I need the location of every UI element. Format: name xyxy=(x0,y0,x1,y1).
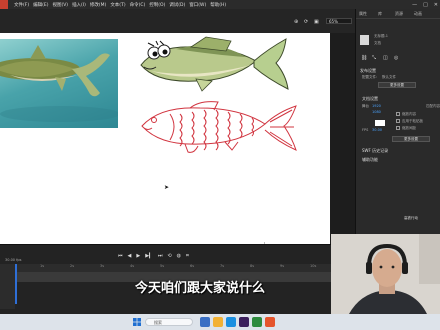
menu-control[interactable]: 控制(O) xyxy=(149,2,165,8)
menu-debug[interactable]: 调试(D) xyxy=(169,2,185,8)
more-settings-button-2[interactable]: 更多设置 xyxy=(392,136,430,142)
tick-label: 1s xyxy=(40,264,45,268)
mouse-cursor-icon: ➤ xyxy=(164,184,170,191)
doc-name: 无标题-1 xyxy=(374,34,388,38)
zoom-field[interactable]: 65% xyxy=(326,18,352,24)
scale-spacing-label: 缩放间距 xyxy=(402,126,416,130)
first-frame-icon[interactable]: ⏮ xyxy=(118,253,123,259)
tick-label: 8s xyxy=(250,264,255,268)
swf-history-title[interactable]: SWF 历史记录 xyxy=(362,148,388,154)
maximize-button[interactable]: □ xyxy=(423,2,428,8)
menu-file[interactable]: 文件(F) xyxy=(14,2,29,8)
scale-content-label: 缩放内容 xyxy=(402,112,416,116)
accessibility-title[interactable]: 辅助功能 xyxy=(362,157,378,163)
snap-icon[interactable]: ⊕ xyxy=(294,19,298,25)
fps-label: FPS xyxy=(362,128,369,132)
frame-icon[interactable]: ◫ xyxy=(383,55,388,61)
profile-value[interactable]: 默认文件 xyxy=(382,75,396,80)
onion-skin-icon[interactable]: ◍ xyxy=(177,253,181,259)
profile-label: 配置文件: xyxy=(362,75,378,79)
toolbar xyxy=(0,9,355,33)
line-art-fish-drawing[interactable] xyxy=(140,100,300,156)
windows-start-icon[interactable] xyxy=(133,318,141,326)
timeline-fps-readout: 30.00 fps xyxy=(5,258,22,262)
stage-size-label: 舞台 xyxy=(362,104,369,108)
match-content-label[interactable]: 匹配内容 xyxy=(426,104,440,109)
side-note: 高铁行动 xyxy=(404,216,418,220)
fps-field[interactable]: 30.00 xyxy=(372,128,382,132)
tick-label: 2s xyxy=(70,264,75,268)
webcam-overlay-image xyxy=(331,234,440,314)
tick-label: 4s xyxy=(130,264,135,268)
fish-photo-svg xyxy=(0,45,120,122)
rotate-icon[interactable]: ⟳ xyxy=(304,19,308,25)
window-controls: — □ ✕ xyxy=(412,0,438,9)
height-field[interactable]: 1080 xyxy=(372,110,381,114)
menu-view[interactable]: 视图(V) xyxy=(52,2,68,8)
menu-edit[interactable]: 编辑(E) xyxy=(33,2,48,8)
menu-window[interactable]: 窗口(W) xyxy=(189,2,206,8)
more-settings-button[interactable]: 更多设置 xyxy=(378,82,416,88)
transform-icon[interactable]: ⤡ xyxy=(372,55,376,61)
tick-label: 9s xyxy=(280,264,285,268)
stage-color-swatch[interactable] xyxy=(375,120,385,126)
app-icon[interactable] xyxy=(265,317,275,327)
app-logo-icon xyxy=(0,0,8,9)
edit-frames-icon[interactable]: ⌗ xyxy=(186,253,189,259)
menu-help[interactable]: 帮助(H) xyxy=(210,2,226,8)
next-frame-icon[interactable]: ▶▎ xyxy=(145,253,153,259)
menu-text[interactable]: 文本(T) xyxy=(110,2,125,8)
taskbar-search-input[interactable]: 搜索 xyxy=(145,318,193,326)
close-button[interactable]: ✕ xyxy=(434,2,438,8)
fish-photo-image[interactable] xyxy=(0,39,120,128)
menubar: 文件(F) 编辑(E) 视图(V) 插入(I) 修改(M) 文本(T) 命令(C… xyxy=(0,0,440,9)
link-icon[interactable]: ⛓ xyxy=(361,55,367,61)
last-frame-icon[interactable]: ⏭ xyxy=(158,253,163,259)
scale-spacing-checkbox[interactable] xyxy=(396,126,400,130)
edge-browser-icon[interactable] xyxy=(226,317,236,327)
document-icon xyxy=(360,35,369,45)
timeline-controls: ⏮ ◀ ▶ ▶▎ ⏭ ⟲ ◍ ⌗ xyxy=(118,251,189,261)
wechat-icon[interactable] xyxy=(252,317,262,327)
play-icon[interactable]: ▶ xyxy=(136,253,140,259)
clip-icon[interactable]: ▣ xyxy=(314,19,319,25)
stage-scroll-area xyxy=(330,33,355,244)
publish-section-title[interactable]: 发布设置 xyxy=(360,68,376,74)
apply-pasteboard-label: 应用于粘贴板 xyxy=(402,119,423,123)
menu-command[interactable]: 命令(C) xyxy=(130,2,146,8)
tab-animation[interactable]: 动画 xyxy=(414,11,422,17)
tab-divider xyxy=(356,18,440,19)
tick-label: 5s xyxy=(160,264,165,268)
folder-icon[interactable] xyxy=(213,317,223,327)
doc-label: 文档 xyxy=(374,41,381,45)
width-field[interactable]: 1920 xyxy=(372,104,381,108)
video-subtitle: 今天咱们跟大家说什么 xyxy=(134,281,265,296)
tick-label: 7s xyxy=(220,264,225,268)
menu-insert[interactable]: 插入(I) xyxy=(72,2,86,8)
loop-icon[interactable]: ⟲ xyxy=(167,253,171,259)
animate-app-icon[interactable] xyxy=(239,317,249,327)
menu-modify[interactable]: 修改(M) xyxy=(90,2,106,8)
tab-properties[interactable]: 属性 xyxy=(359,11,367,17)
tick-label: 10s xyxy=(310,264,317,268)
file-explorer-icon[interactable] xyxy=(200,317,210,327)
minimize-button[interactable]: — xyxy=(412,2,417,8)
apply-pasteboard-checkbox[interactable] xyxy=(396,119,400,123)
cartoon-fish-drawing[interactable] xyxy=(136,35,296,93)
tab-assets[interactable]: 资源 xyxy=(395,11,403,17)
person-silhouette xyxy=(331,234,440,314)
tick-label: 3s xyxy=(100,264,105,268)
doc-settings-title[interactable]: 文档设置 xyxy=(362,96,378,102)
prev-frame-icon[interactable]: ◀ xyxy=(128,253,132,259)
tick-label: 6s xyxy=(190,264,195,268)
tab-library[interactable]: 库 xyxy=(378,11,382,17)
scale-content-checkbox[interactable] xyxy=(396,112,400,116)
target-icon[interactable]: ◎ xyxy=(394,55,398,61)
